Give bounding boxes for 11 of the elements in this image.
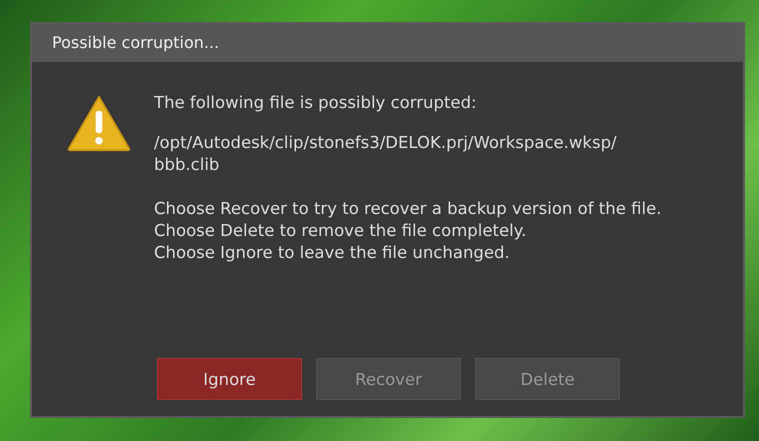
file-path-text: bbb.clib (154, 154, 220, 176)
dialog-button[interactable]: Ignore (157, 358, 302, 400)
instruction-text: Choose Delete to remove the file completely. (154, 220, 528, 242)
instruction-text: Choose Recover to try to recover a backup version of the file. (154, 198, 662, 220)
message-text: The following file is possibly corrupted: (154, 92, 478, 114)
dialog-button[interactable]: Recover (316, 358, 461, 400)
dialog-button[interactable]: Delete (475, 358, 620, 400)
dialog-title: Possible corruption... (32, 24, 743, 62)
warning-icon (66, 94, 132, 152)
instruction-text: Choose Ignore to leave the file unchanged. (154, 242, 511, 264)
file-path-text: /opt/Autodesk/clip/stonefs3/DELOK.prj/Workspace.wksp/ (154, 132, 618, 154)
